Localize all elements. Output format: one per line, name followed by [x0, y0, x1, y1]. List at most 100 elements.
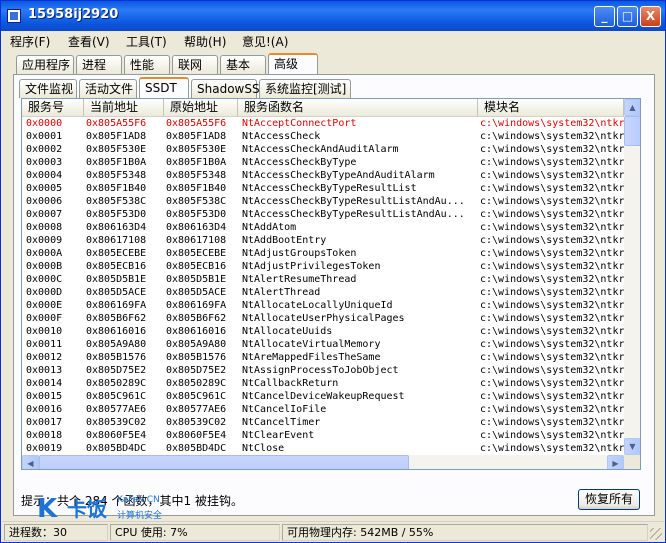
- menu-help[interactable]: 帮助(H): [184, 33, 226, 50]
- cell-module: c:\windows\system32\ntkr: [480, 118, 624, 129]
- tab-basic[interactable]: 基本: [220, 55, 266, 74]
- menu-tools[interactable]: 工具(T): [126, 33, 167, 50]
- cell-service-no: 0x000B: [26, 261, 63, 272]
- cell-service-no: 0x0013: [26, 365, 63, 376]
- table-row[interactable]: 0x000D 0x805D5ACE 0x805D5ACE NtAlertThread c…: [22, 286, 624, 299]
- cell-current-address: 0x805BD4DC: [86, 443, 147, 454]
- cell-original-address: 0x805F5348: [166, 170, 227, 181]
- cell-original-address: 0x805ECB16: [166, 261, 227, 272]
- tab-active-files[interactable]: 活动文件: [79, 79, 137, 98]
- menu-program[interactable]: 程序(F): [10, 33, 50, 50]
- table-row[interactable]: 0x000C 0x805D5B1E 0x805D5B1E NtAlertResumeT…: [22, 273, 624, 286]
- column-header-current-address[interactable]: 当前地址: [84, 99, 164, 117]
- table-row[interactable]: 0x0010 0x80616016 0x80616016 NtAllocateUuid…: [22, 325, 624, 338]
- close-button[interactable]: X: [640, 6, 661, 27]
- table-row[interactable]: 0x0019 0x805BD4DC 0x805BD4DC NtClose c:\wind…: [22, 442, 624, 455]
- cell-original-address: 0x805F530E: [166, 144, 227, 155]
- tab-performance[interactable]: 性能: [124, 55, 170, 74]
- cell-original-address: 0x805B1576: [166, 352, 227, 363]
- cell-original-address: 0x8060F5E4: [166, 430, 227, 441]
- table-row[interactable]: 0x0007 0x805F53D0 0x805F53D0 NtAccessCheckB…: [22, 208, 624, 221]
- tab-file-monitor[interactable]: 文件监视: [19, 79, 77, 98]
- cell-current-address: 0x80616016: [86, 326, 147, 337]
- vertical-scrollbar[interactable]: ▲ ▼: [624, 99, 640, 455]
- cell-module: c:\windows\system32\ntkr: [480, 326, 624, 337]
- tab-processes[interactable]: 进程: [76, 55, 122, 74]
- cell-original-address: 0x806169FA: [166, 300, 227, 311]
- cell-service-no: 0x0012: [26, 352, 63, 363]
- cell-module: c:\windows\system32\ntkr: [480, 196, 624, 207]
- cell-function-name: NtAllocateUuids: [242, 326, 333, 337]
- table-row[interactable]: 0x0012 0x805B1576 0x805B1576 NtAreMappedFil…: [22, 351, 624, 364]
- cell-function-name: NtCancelTimer: [242, 417, 321, 428]
- resize-grip[interactable]: [650, 528, 662, 540]
- table-row[interactable]: 0x0009 0x80617108 0x80617108 NtAddBootEntry…: [22, 234, 624, 247]
- cell-service-no: 0x0019: [26, 443, 63, 454]
- table-row[interactable]: 0x0000 0x805A55F6 0x805A55F6 NtAcceptConnec…: [22, 117, 624, 130]
- table-row[interactable]: 0x0013 0x805D75E2 0x805D75E2 NtAssignProces…: [22, 364, 624, 377]
- cell-service-no: 0x0009: [26, 235, 63, 246]
- restore-all-button[interactable]: 恢复所有: [578, 489, 640, 510]
- tab-networking[interactable]: 联网: [172, 55, 218, 74]
- cell-original-address: 0x805B6F62: [166, 313, 227, 324]
- app-icon: [7, 9, 21, 23]
- cell-service-no: 0x000E: [26, 300, 63, 311]
- cell-current-address: 0x805D5ACE: [86, 287, 147, 298]
- cell-module: c:\windows\system32\ntkr: [480, 313, 624, 324]
- ssdt-table[interactable]: 服务号 当前地址 原始地址 服务函数名 模块名 0x0000 0x805A55F6…: [21, 98, 641, 470]
- kafan-slogan: 计算机安全: [117, 511, 163, 521]
- table-row[interactable]: 0x0001 0x805F1AD8 0x805F1AD8 NtAccessCheck c…: [22, 130, 624, 143]
- cell-function-name: NtCancelIoFile: [242, 404, 327, 415]
- scroll-up-button[interactable]: ▲: [624, 99, 640, 116]
- menu-bar: 程序(F) 查看(V) 工具(T) 帮助(H) 意见!(A): [2, 31, 664, 50]
- table-row[interactable]: 0x0008 0x806163D4 0x806163D4 NtAddAtom c:\wi…: [22, 221, 624, 234]
- table-row[interactable]: 0x000B 0x805ECB16 0x805ECB16 NtAdjustPrivil…: [22, 260, 624, 273]
- cell-service-no: 0x0011: [26, 339, 63, 350]
- scroll-left-button[interactable]: ◀: [22, 455, 39, 469]
- table-row[interactable]: 0x0011 0x805A9A80 0x805A9A80 NtAllocateVirt…: [22, 338, 624, 351]
- table-row[interactable]: 0x0006 0x805F538C 0x805F538C NtAccessCheckB…: [22, 195, 624, 208]
- cell-original-address: 0x805C961C: [166, 391, 227, 402]
- tab-system-monitor[interactable]: 系统监控[测试]: [259, 79, 351, 98]
- cell-current-address: 0x805A55F6: [86, 118, 147, 129]
- horizontal-scrollbar[interactable]: ◀ ▶: [22, 455, 624, 469]
- scroll-down-button[interactable]: ▼: [624, 438, 640, 455]
- cell-service-no: 0x0015: [26, 391, 63, 402]
- vertical-scroll-thumb[interactable]: [624, 116, 640, 146]
- table-row[interactable]: 0x0002 0x805F530E 0x805F530E NtAccessCheckA…: [22, 143, 624, 156]
- table-row[interactable]: 0x0015 0x805C961C 0x805C961C NtCancelDevice…: [22, 390, 624, 403]
- cell-current-address: 0x8060F5E4: [86, 430, 147, 441]
- cell-module: c:\windows\system32\ntkr: [480, 144, 624, 155]
- menu-view[interactable]: 查看(V): [68, 33, 110, 50]
- title-bar[interactable]: 15958ij2920 _ □ X: [1, 1, 665, 31]
- column-header-original-address[interactable]: 原始地址: [164, 99, 238, 117]
- cell-function-name: NtAllocateUserPhysicalPages: [242, 313, 405, 324]
- table-row[interactable]: 0x0016 0x80577AE6 0x80577AE6 NtCancelIoFile…: [22, 403, 624, 416]
- cell-function-name: NtAccessCheckByTypeAndAuditAlarm: [242, 170, 435, 181]
- app-window: 15958ij2920 _ □ X 程序(F) 查看(V) 工具(T) 帮助(H…: [0, 0, 666, 543]
- table-row[interactable]: 0x0017 0x80539C02 0x80539C02 NtCancelTimer c…: [22, 416, 624, 429]
- table-row[interactable]: 0x000A 0x805ECEBE 0x805ECEBE NtAdjustGroups…: [22, 247, 624, 260]
- cell-original-address: 0x805D75E2: [166, 365, 227, 376]
- maximize-button[interactable]: □: [617, 6, 638, 27]
- table-row[interactable]: 0x0018 0x8060F5E4 0x8060F5E4 NtClearEvent c:…: [22, 429, 624, 442]
- column-header-function-name[interactable]: 服务函数名: [238, 99, 478, 117]
- minimize-button[interactable]: _: [594, 6, 615, 27]
- table-row[interactable]: 0x0014 0x8050289C 0x8050289C NtCallbackRetu…: [22, 377, 624, 390]
- horizontal-scroll-thumb[interactable]: [39, 455, 409, 469]
- column-header-module[interactable]: 模块名: [478, 99, 624, 117]
- tab-ssdt[interactable]: SSDT: [139, 77, 189, 99]
- column-header-service-no[interactable]: 服务号: [22, 99, 84, 117]
- table-row[interactable]: 0x000E 0x806169FA 0x806169FA NtAllocateLoca…: [22, 299, 624, 312]
- table-row[interactable]: 0x000F 0x805B6F62 0x805B6F62 NtAllocateUser…: [22, 312, 624, 325]
- tab-advanced[interactable]: 高级: [268, 53, 318, 75]
- table-row[interactable]: 0x0005 0x805F1B40 0x805F1B40 NtAccessCheckB…: [22, 182, 624, 195]
- cell-current-address: 0x80577AE6: [86, 404, 147, 415]
- scroll-right-button[interactable]: ▶: [607, 455, 624, 469]
- tab-applications[interactable]: 应用程序: [16, 55, 74, 74]
- table-row[interactable]: 0x0004 0x805F5348 0x805F5348 NtAccessCheckB…: [22, 169, 624, 182]
- tab-shadow-ssdt[interactable]: ShadowSSDT: [191, 79, 276, 98]
- table-row[interactable]: 0x0003 0x805F1B0A 0x805F1B0A NtAccessCheckB…: [22, 156, 624, 169]
- cell-function-name: NtAlertResumeThread: [242, 274, 357, 285]
- menu-feedback[interactable]: 意见!(A): [242, 33, 288, 50]
